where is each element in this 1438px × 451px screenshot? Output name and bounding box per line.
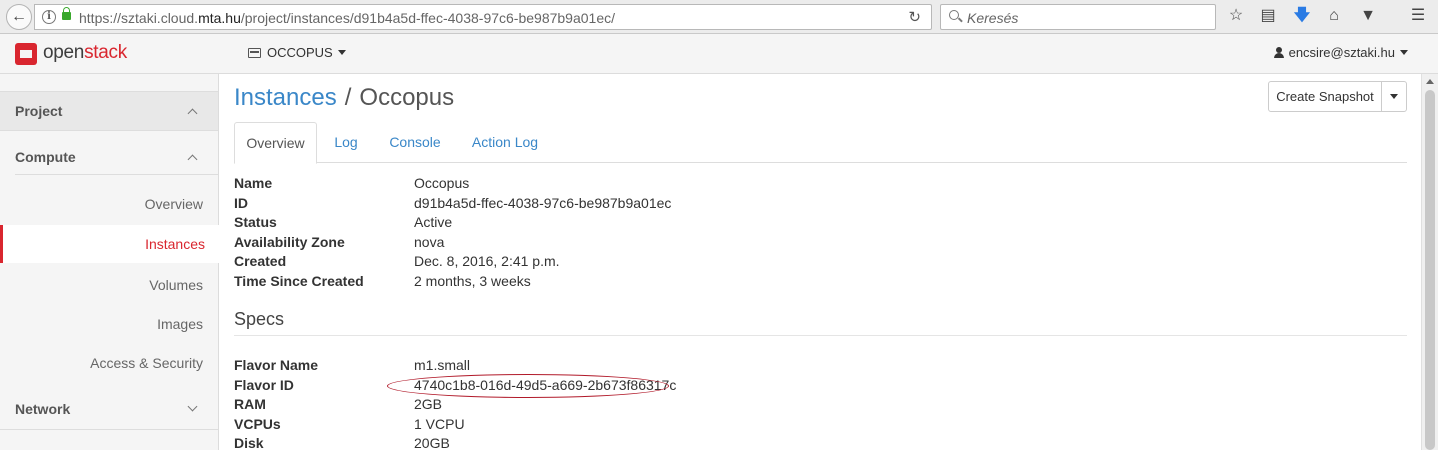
field-value: 2 months, 3 weeks: [414, 273, 531, 289]
field-value: Occopus: [414, 175, 470, 191]
sidebar-compute-header[interactable]: Compute: [0, 135, 218, 175]
field-label: Created: [234, 253, 287, 269]
project-name: OCCOPUS: [267, 45, 333, 60]
chevron-up-icon: [187, 108, 198, 119]
top-navbar: openstack OCCOPUS encsire@sztaki.hu: [0, 34, 1438, 74]
create-snapshot-button[interactable]: Create Snapshot: [1269, 82, 1382, 111]
openstack-logo-icon: [15, 43, 37, 65]
section-title-specs: Specs: [234, 309, 285, 329]
field-label: RAM: [234, 396, 266, 412]
field-label: Flavor Name: [234, 357, 319, 373]
bookmark-star-icon[interactable]: ☆: [1226, 6, 1246, 26]
download-arrow-icon[interactable]: 🡇: [1292, 6, 1312, 26]
search-icon: [949, 10, 959, 20]
instance-tabs: Overview Log Console Action Log: [234, 122, 1407, 164]
field-label: Disk: [234, 435, 264, 451]
create-snapshot-button-group: Create Snapshot: [1268, 81, 1407, 112]
search-placeholder: Keresés: [967, 10, 1019, 26]
logo-text-stack: stack: [84, 42, 127, 63]
tab-action-log[interactable]: Action Log: [466, 122, 544, 163]
back-arrow-icon[interactable]: ←: [6, 4, 32, 30]
divider: [234, 335, 1407, 336]
sidebar-network-header[interactable]: Network: [0, 390, 218, 430]
reload-icon[interactable]: ↻: [908, 8, 921, 26]
scroll-up-arrow-icon[interactable]: [1426, 79, 1434, 84]
field-value: d91b4a5d-ffec-4038-97c6-be987b9a01ec: [414, 195, 672, 211]
chevron-up-icon: [187, 154, 198, 165]
breadcrumb-instances-link[interactable]: Instances: [234, 84, 337, 111]
field-value: Active: [414, 214, 453, 230]
browser-toolbar: ← i https://sztaki.cloud.mta.hu/project/…: [0, 0, 1438, 34]
url-text[interactable]: https://sztaki.cloud.mta.hu/project/inst…: [79, 10, 615, 26]
sidebar-item-access-security[interactable]: Access & Security: [0, 344, 218, 382]
field-label: Availability Zone: [234, 234, 345, 250]
field-label: Name: [234, 175, 273, 191]
field-value: m1.small: [414, 357, 471, 373]
tab-console[interactable]: Console: [384, 122, 446, 163]
sidebar: Project Compute Overview Instances Volum…: [0, 74, 220, 450]
info-icon[interactable]: i: [42, 10, 56, 24]
sidebar-item-instances[interactable]: Instances: [0, 225, 220, 263]
field-label: ID: [234, 195, 248, 211]
field-value: nova: [414, 234, 445, 250]
sidebar-network-label: Network: [15, 401, 71, 417]
address-bar[interactable]: i https://sztaki.cloud.mta.hu/project/in…: [34, 4, 932, 30]
main-content: Instances / Occopus Create Snapshot Overvi…: [219, 74, 1421, 451]
menu-icon[interactable]: ☰: [1408, 6, 1428, 26]
project-icon: [248, 48, 261, 58]
field-value: Dec. 8, 2016, 2:41 p.m.: [414, 253, 560, 269]
field-label: Status: [234, 214, 277, 230]
breadcrumb-separator: /: [344, 84, 352, 111]
sidebar-item-overview[interactable]: Overview: [0, 185, 218, 223]
chevron-down-icon: [187, 401, 198, 412]
pocket-icon[interactable]: ▼: [1358, 6, 1378, 26]
field-label: VCPUs: [234, 416, 281, 432]
sidebar-item-images[interactable]: Images: [0, 305, 218, 343]
field-value: 1 VCPU: [414, 416, 465, 432]
caret-down-icon: [1400, 50, 1408, 55]
project-dropdown[interactable]: OCCOPUS: [248, 45, 346, 60]
page-scrollbar[interactable]: [1421, 74, 1438, 450]
field-value: 20GB: [414, 435, 450, 451]
page-title: Occopus: [359, 84, 455, 111]
sidebar-compute-label: Compute: [15, 149, 76, 165]
reading-list-icon[interactable]: ▤: [1258, 6, 1278, 26]
logo-text-open: open: [43, 42, 85, 63]
scrollbar-thumb[interactable]: [1425, 90, 1435, 450]
sidebar-project-header[interactable]: Project: [0, 91, 218, 131]
actions-dropdown-caret-icon[interactable]: [1390, 94, 1398, 99]
caret-down-icon: [337, 50, 346, 55]
home-icon[interactable]: ⌂: [1324, 6, 1344, 26]
lock-icon: [62, 7, 71, 20]
divider: [15, 174, 218, 175]
browser-search-input[interactable]: Keresés: [940, 4, 1216, 30]
sidebar-item-volumes[interactable]: Volumes: [0, 266, 218, 304]
field-label: Time Since Created: [234, 273, 364, 289]
tab-log[interactable]: Log: [328, 122, 364, 163]
user-name: encsire@sztaki.hu: [1288, 45, 1395, 60]
user-icon: [1273, 47, 1284, 58]
sidebar-project-label: Project: [15, 103, 63, 119]
user-dropdown[interactable]: encsire@sztaki.hu: [1273, 45, 1408, 60]
highlight-ellipse-annotation: [387, 374, 669, 398]
field-label: Flavor ID: [234, 377, 294, 393]
tab-overview[interactable]: Overview: [234, 122, 317, 164]
field-value: 2GB: [414, 396, 443, 412]
breadcrumb: Instances / Occopus: [234, 84, 454, 112]
